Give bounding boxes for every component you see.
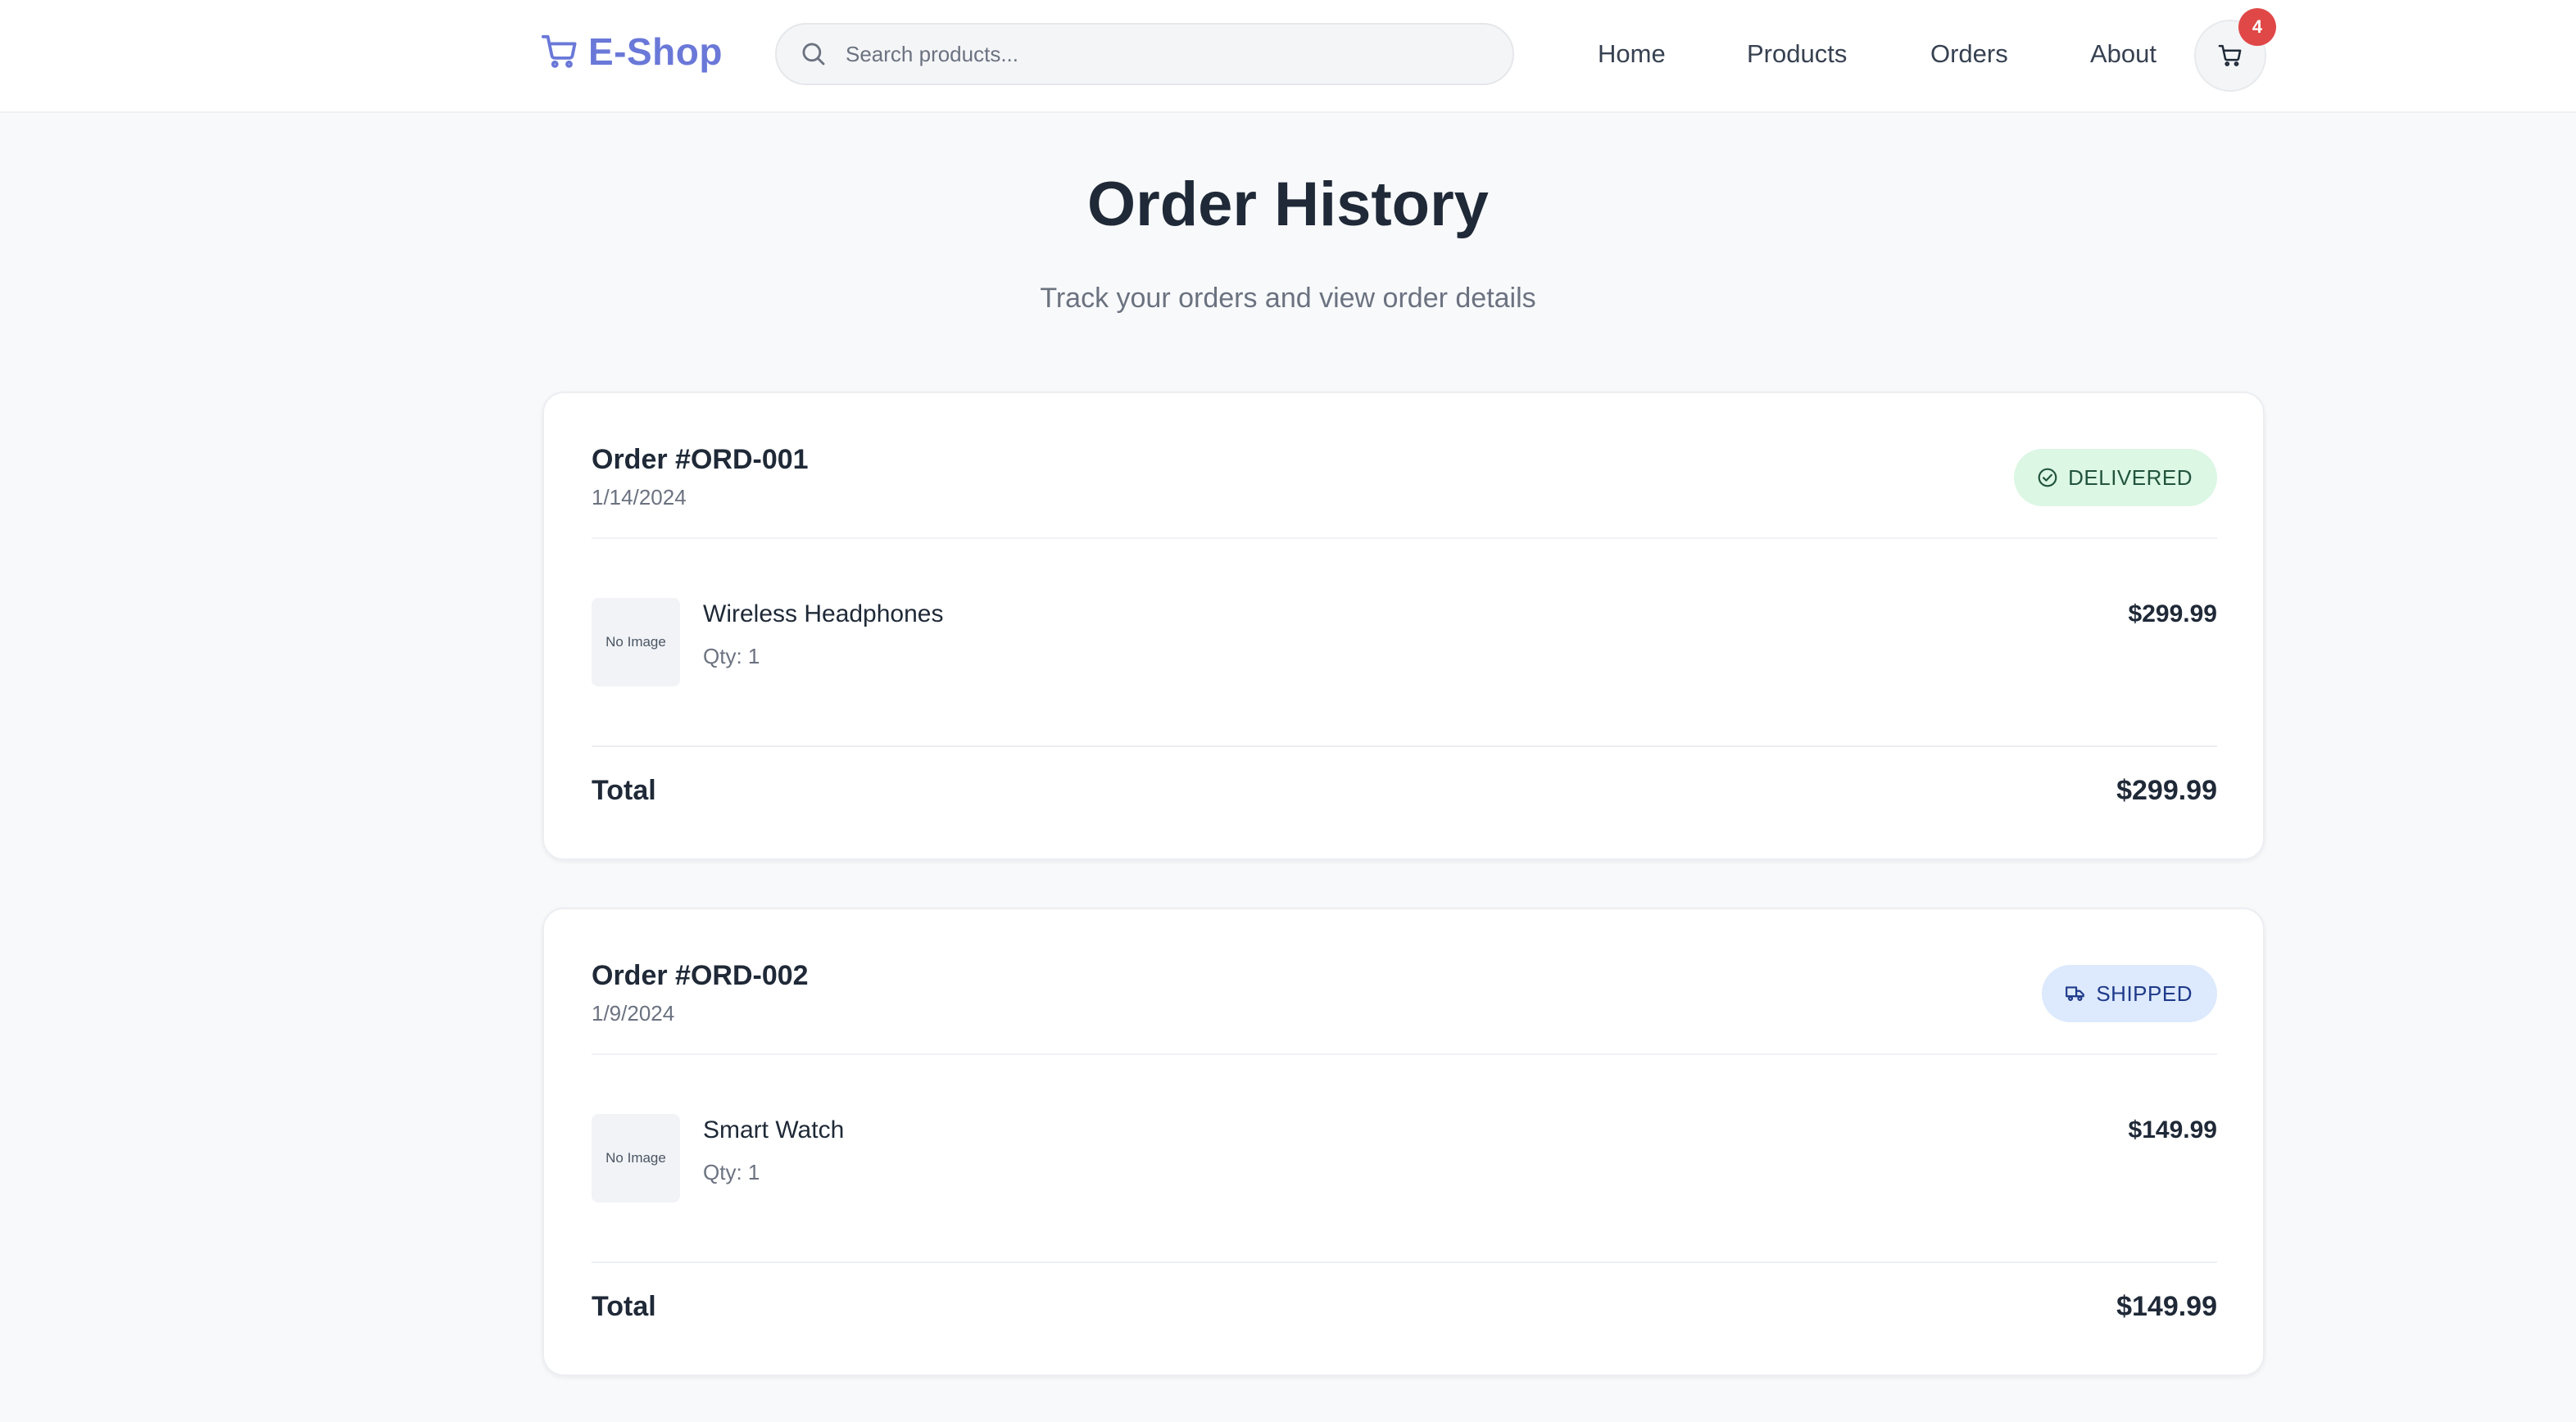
main-nav: Home Products Orders About <box>0 36 2576 72</box>
item-price: $149.99 <box>2128 1116 2217 1143</box>
order-card: Order #ORD-002 1/9/2024 SHIPPED No Image… <box>542 908 2265 1376</box>
total-value: $299.99 <box>2116 775 2217 806</box>
order-id: Order #ORD-001 <box>592 444 809 475</box>
item-quantity: Qty: 1 <box>703 1160 760 1184</box>
order-date: 1/14/2024 <box>592 485 687 509</box>
status-badge: DELIVERED <box>2014 449 2217 506</box>
check-circle-icon <box>2038 468 2057 487</box>
divider <box>592 1261 2217 1263</box>
cart-count-badge: 4 <box>2238 8 2276 46</box>
status-badge: SHIPPED <box>2042 965 2217 1022</box>
item-name: Smart Watch <box>703 1116 845 1143</box>
item-quantity: Qty: 1 <box>703 644 760 668</box>
page-subtitle: Track your orders and view order details <box>1040 283 1536 314</box>
divider <box>592 537 2217 539</box>
total-label: Total <box>592 775 656 806</box>
order-card: Order #ORD-001 1/14/2024 DELIVERED No Im… <box>542 392 2265 860</box>
order-date: 1/9/2024 <box>592 1001 675 1026</box>
nav-link-orders[interactable]: Orders <box>1930 36 2008 72</box>
truck-icon <box>2066 986 2085 1001</box>
product-thumbnail: No Image <box>592 598 680 686</box>
order-id: Order #ORD-002 <box>592 960 809 991</box>
top-navbar: E-Shop Home Products Orders About 4 <box>0 0 2576 113</box>
status-label: SHIPPED <box>2096 980 2193 1006</box>
nav-link-home[interactable]: Home <box>1598 36 1666 72</box>
total-label: Total <box>592 1291 656 1322</box>
item-price: $299.99 <box>2128 600 2217 627</box>
total-value: $149.99 <box>2116 1291 2217 1322</box>
divider <box>592 745 2217 747</box>
item-name: Wireless Headphones <box>703 600 944 627</box>
page-title: Order History <box>1087 170 1489 239</box>
nav-link-products[interactable]: Products <box>1747 36 1847 72</box>
cart-icon <box>2218 44 2242 66</box>
status-label: DELIVERED <box>2068 464 2193 490</box>
product-thumbnail: No Image <box>592 1114 680 1202</box>
nav-link-about[interactable]: About <box>2090 36 2156 72</box>
divider <box>592 1053 2217 1055</box>
